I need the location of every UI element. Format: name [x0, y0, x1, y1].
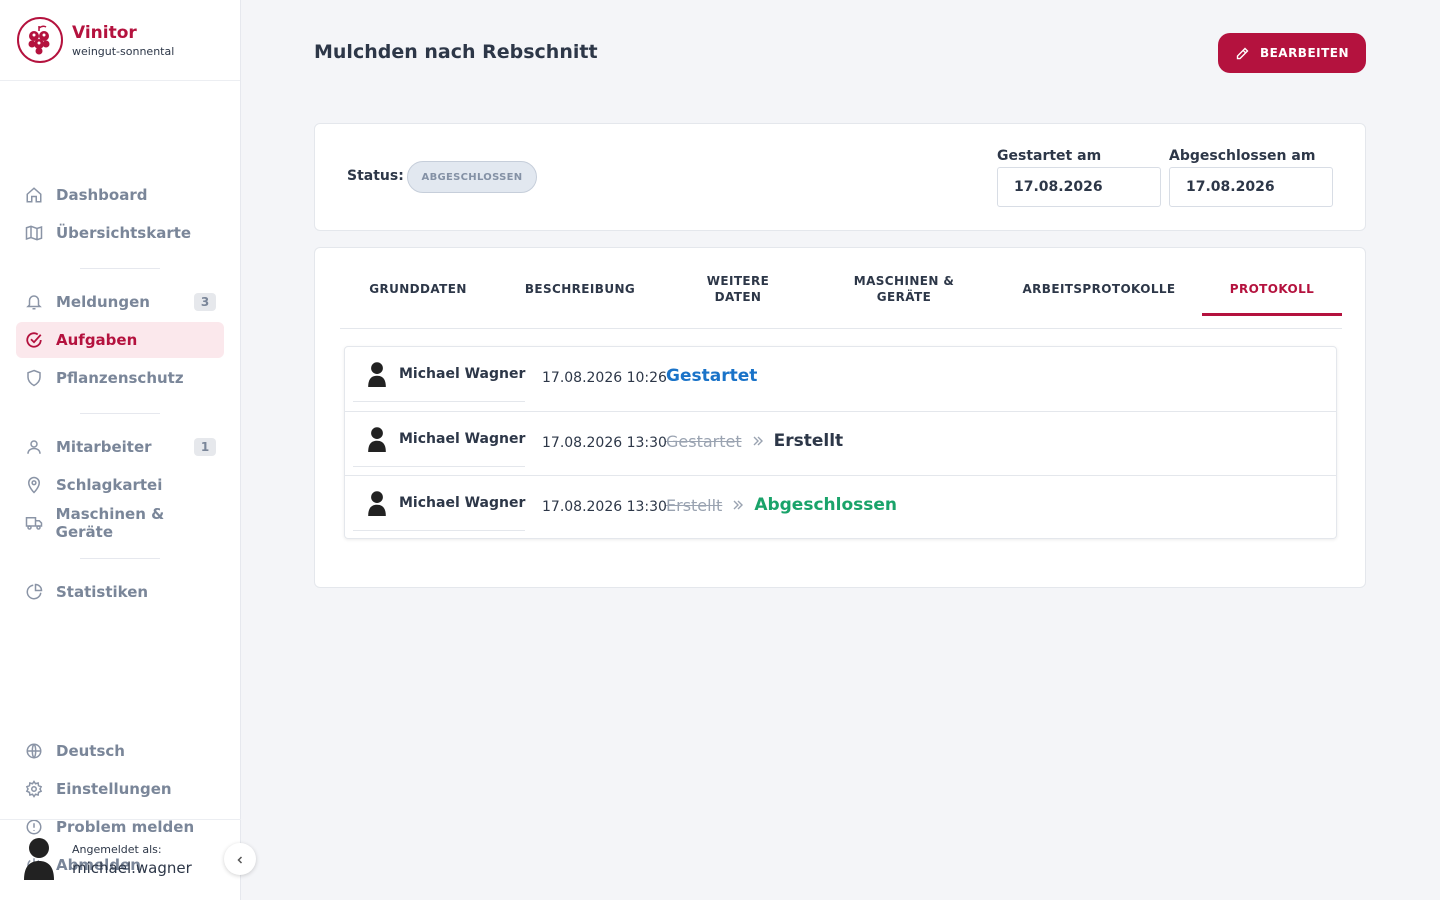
nav-divider [80, 558, 160, 559]
tab-description[interactable]: BESCHREIBUNG [510, 248, 650, 329]
double-chevron-right-icon [752, 435, 764, 447]
sidebar-item-label: Maschinen & Geräte [55, 505, 165, 541]
log-new-status: Erstellt [773, 431, 844, 451]
started-date-label: Gestartet am [997, 148, 1102, 164]
bell-icon [24, 292, 44, 312]
status-card: Status: ABGESCHLOSSEN Gestartet am Abges… [314, 123, 1366, 231]
brand[interactable]: Vinitor weingut-sonnental [0, 0, 240, 81]
sidebar-item-overview-map[interactable]: Übersichtskarte [16, 215, 224, 251]
sidebar-item-machines[interactable]: Maschinen & Geräte [16, 505, 224, 541]
truck-icon [24, 513, 44, 533]
sidebar-item-settings[interactable]: Einstellungen [16, 771, 224, 807]
log-new-status: Abgeschlossen [754, 495, 898, 515]
log-timestamp: 17.08.2026 13:30 [542, 435, 667, 451]
status-label: Status: [347, 168, 404, 184]
sidebar-item-notifications[interactable]: Meldungen 3 [16, 284, 224, 320]
log-user-name: Michael Wagner [399, 431, 526, 447]
protocol-list: Michael Wagner 17.08.2026 10:26 Gestarte… [344, 346, 1337, 539]
log-change: Erstellt Abgeschlossen [666, 495, 897, 515]
tenant-name: weingut-sonnental [72, 44, 175, 58]
log-change: Gestartet [666, 366, 757, 386]
sidebar-item-label: Übersichtskarte [56, 224, 192, 242]
tab-bar: GRUNDDATEN BESCHREIBUNG WEITERE DATEN MA… [340, 248, 1342, 329]
sidebar-item-label: Schlagkartei [56, 476, 163, 494]
finished-date-group: Abgeschlossen am [1169, 148, 1333, 207]
tab-work-logs[interactable]: ARBEITSPROTOKOLLE [1017, 248, 1181, 329]
list-item: Michael Wagner 17.08.2026 10:26 Gestarte… [345, 347, 1336, 411]
map-icon [24, 223, 44, 243]
sidebar-item-label: Pflanzenschutz [56, 369, 184, 387]
log-user: Michael Wagner [353, 347, 525, 402]
list-item: Michael Wagner 17.08.2026 13:30 Gestarte… [345, 411, 1336, 475]
employees-count-badge: 1 [194, 438, 216, 456]
globe-icon [24, 741, 44, 761]
log-old-status: Erstellt [666, 495, 723, 515]
nav-divider [80, 268, 160, 269]
status-badge: ABGESCHLOSSEN [407, 161, 537, 193]
grape-logo-icon [17, 17, 63, 63]
log-change: Gestartet Erstellt [666, 431, 843, 451]
sidebar-item-statistics[interactable]: Statistiken [16, 574, 224, 610]
app-name: Vinitor [72, 22, 137, 43]
sidebar-item-label: Aufgaben [56, 331, 138, 349]
tab-machines-equipment[interactable]: MASCHINEN & GERÄTE [840, 248, 968, 329]
log-old-status: Gestartet [666, 431, 742, 451]
log-new-status: Gestartet [666, 366, 758, 386]
edit-button[interactable]: BEARBEITEN [1218, 33, 1366, 73]
map-pin-icon [24, 475, 44, 495]
details-card: GRUNDDATEN BESCHREIBUNG WEITERE DATEN MA… [314, 247, 1366, 588]
pie-chart-icon [24, 582, 44, 602]
check-circle-icon [24, 330, 44, 350]
list-item: Michael Wagner 17.08.2026 13:30 Erstellt… [345, 475, 1336, 539]
tab-basic-data[interactable]: GRUNDDATEN [348, 248, 488, 329]
current-user: Angemeldet als: michael.wagner [0, 819, 241, 900]
chevron-left-icon [235, 850, 245, 869]
user-icon [24, 437, 44, 457]
log-timestamp: 17.08.2026 10:26 [542, 370, 667, 386]
finished-date-label: Abgeschlossen am [1169, 148, 1316, 164]
log-user: Michael Wagner [353, 412, 525, 467]
tab-protocol[interactable]: PROTOKOLL [1202, 248, 1342, 329]
home-icon [24, 185, 44, 205]
sidebar: Vinitor weingut-sonnental Dashboard Über… [0, 0, 241, 900]
log-user-name: Michael Wagner [399, 366, 526, 382]
page-title: Mulchden nach Rebschnitt [314, 41, 598, 63]
sidebar-item-label: Statistiken [56, 583, 149, 601]
sidebar-item-label: Deutsch [56, 742, 125, 760]
sidebar-item-employees[interactable]: Mitarbeiter 1 [16, 429, 224, 465]
started-date-group: Gestartet am [997, 148, 1161, 207]
nav-divider [80, 413, 160, 414]
language-selector[interactable]: Deutsch [16, 733, 224, 769]
edit-button-label: BEARBEITEN [1259, 46, 1350, 60]
sidebar-item-dashboard[interactable]: Dashboard [16, 177, 224, 213]
finished-date-field[interactable] [1169, 167, 1333, 207]
sidebar-item-label: Einstellungen [56, 780, 172, 798]
notifications-count-badge: 3 [194, 293, 216, 311]
sidebar-item-plant-protection[interactable]: Pflanzenschutz [16, 360, 224, 396]
sidebar-item-tasks[interactable]: Aufgaben [16, 322, 224, 358]
collapse-sidebar-button[interactable] [224, 843, 256, 875]
avatar [367, 426, 387, 452]
sidebar-item-label: Mitarbeiter [56, 438, 152, 456]
sidebar-item-label: Dashboard [56, 186, 148, 204]
log-timestamp: 17.08.2026 13:30 [542, 499, 667, 515]
double-chevron-right-icon [732, 499, 744, 511]
avatar [22, 836, 56, 884]
log-user-name: Michael Wagner [399, 495, 526, 511]
shield-icon [24, 368, 44, 388]
gear-icon [24, 779, 44, 799]
username: michael.wagner [72, 859, 192, 877]
pencil-icon [1235, 46, 1250, 61]
avatar [367, 490, 387, 516]
logged-in-label: Angemeldet als: [72, 843, 162, 856]
avatar [367, 361, 387, 387]
sidebar-item-field-register[interactable]: Schlagkartei [16, 467, 224, 503]
started-date-field[interactable] [997, 167, 1161, 207]
log-user: Michael Wagner [353, 476, 525, 531]
tab-additional-data[interactable]: WEITERE DATEN [688, 248, 788, 329]
sidebar-item-label: Meldungen [56, 293, 150, 311]
